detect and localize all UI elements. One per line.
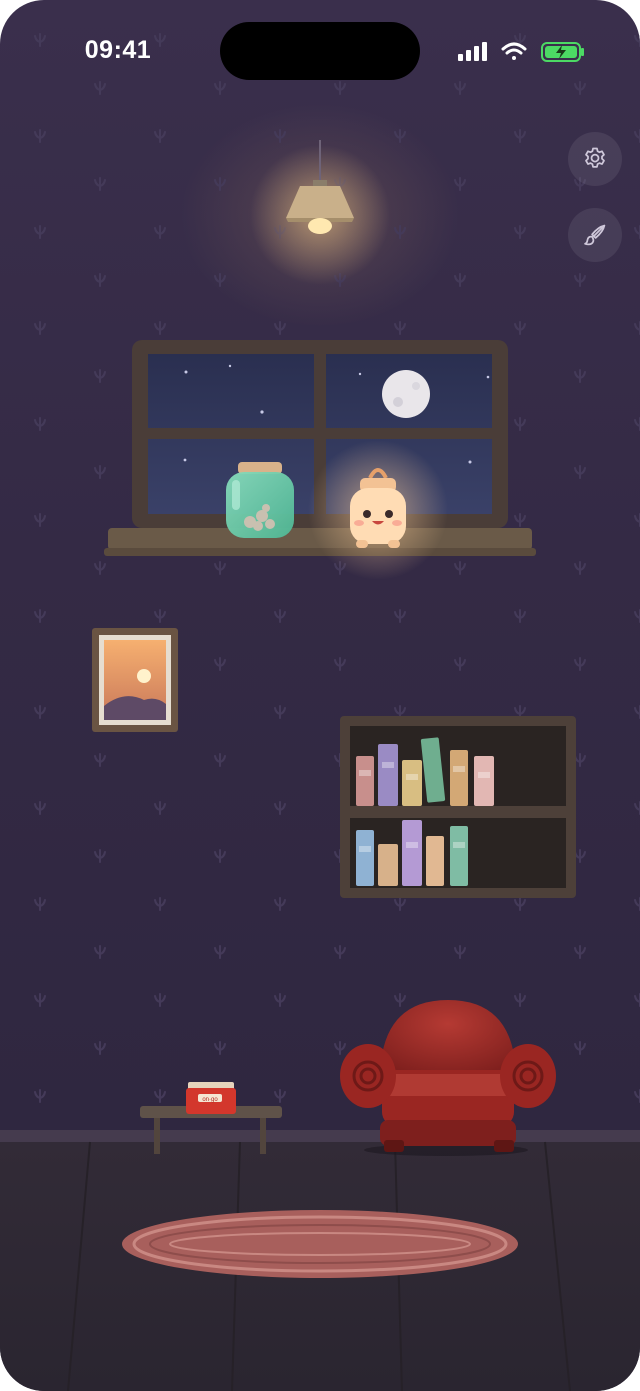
svg-text:on·go: on·go — [202, 1097, 218, 1103]
status-icons — [458, 42, 584, 62]
hanging-lamp[interactable] — [250, 140, 390, 285]
lantern-character[interactable] — [308, 440, 448, 580]
red-radio[interactable]: on·go — [186, 1082, 236, 1114]
room-scene: on·go — [0, 140, 640, 1391]
settings-button[interactable] — [568, 132, 622, 186]
battery-charging-icon — [541, 42, 584, 62]
status-time: 09:41 — [84, 36, 152, 64]
wifi-icon — [501, 42, 527, 60]
customize-button[interactable] — [568, 208, 622, 262]
moon — [382, 370, 430, 418]
oval-rug[interactable] — [122, 1210, 518, 1278]
cellular-signal-icon — [458, 42, 487, 61]
framed-sunset-picture[interactable] — [92, 628, 178, 732]
app-screen: on·go 09:41 — [0, 0, 640, 1391]
dynamic-island — [220, 22, 420, 80]
gear-icon — [585, 147, 605, 168]
paintbrush-icon — [584, 224, 606, 246]
bookshelf[interactable] — [340, 716, 576, 898]
